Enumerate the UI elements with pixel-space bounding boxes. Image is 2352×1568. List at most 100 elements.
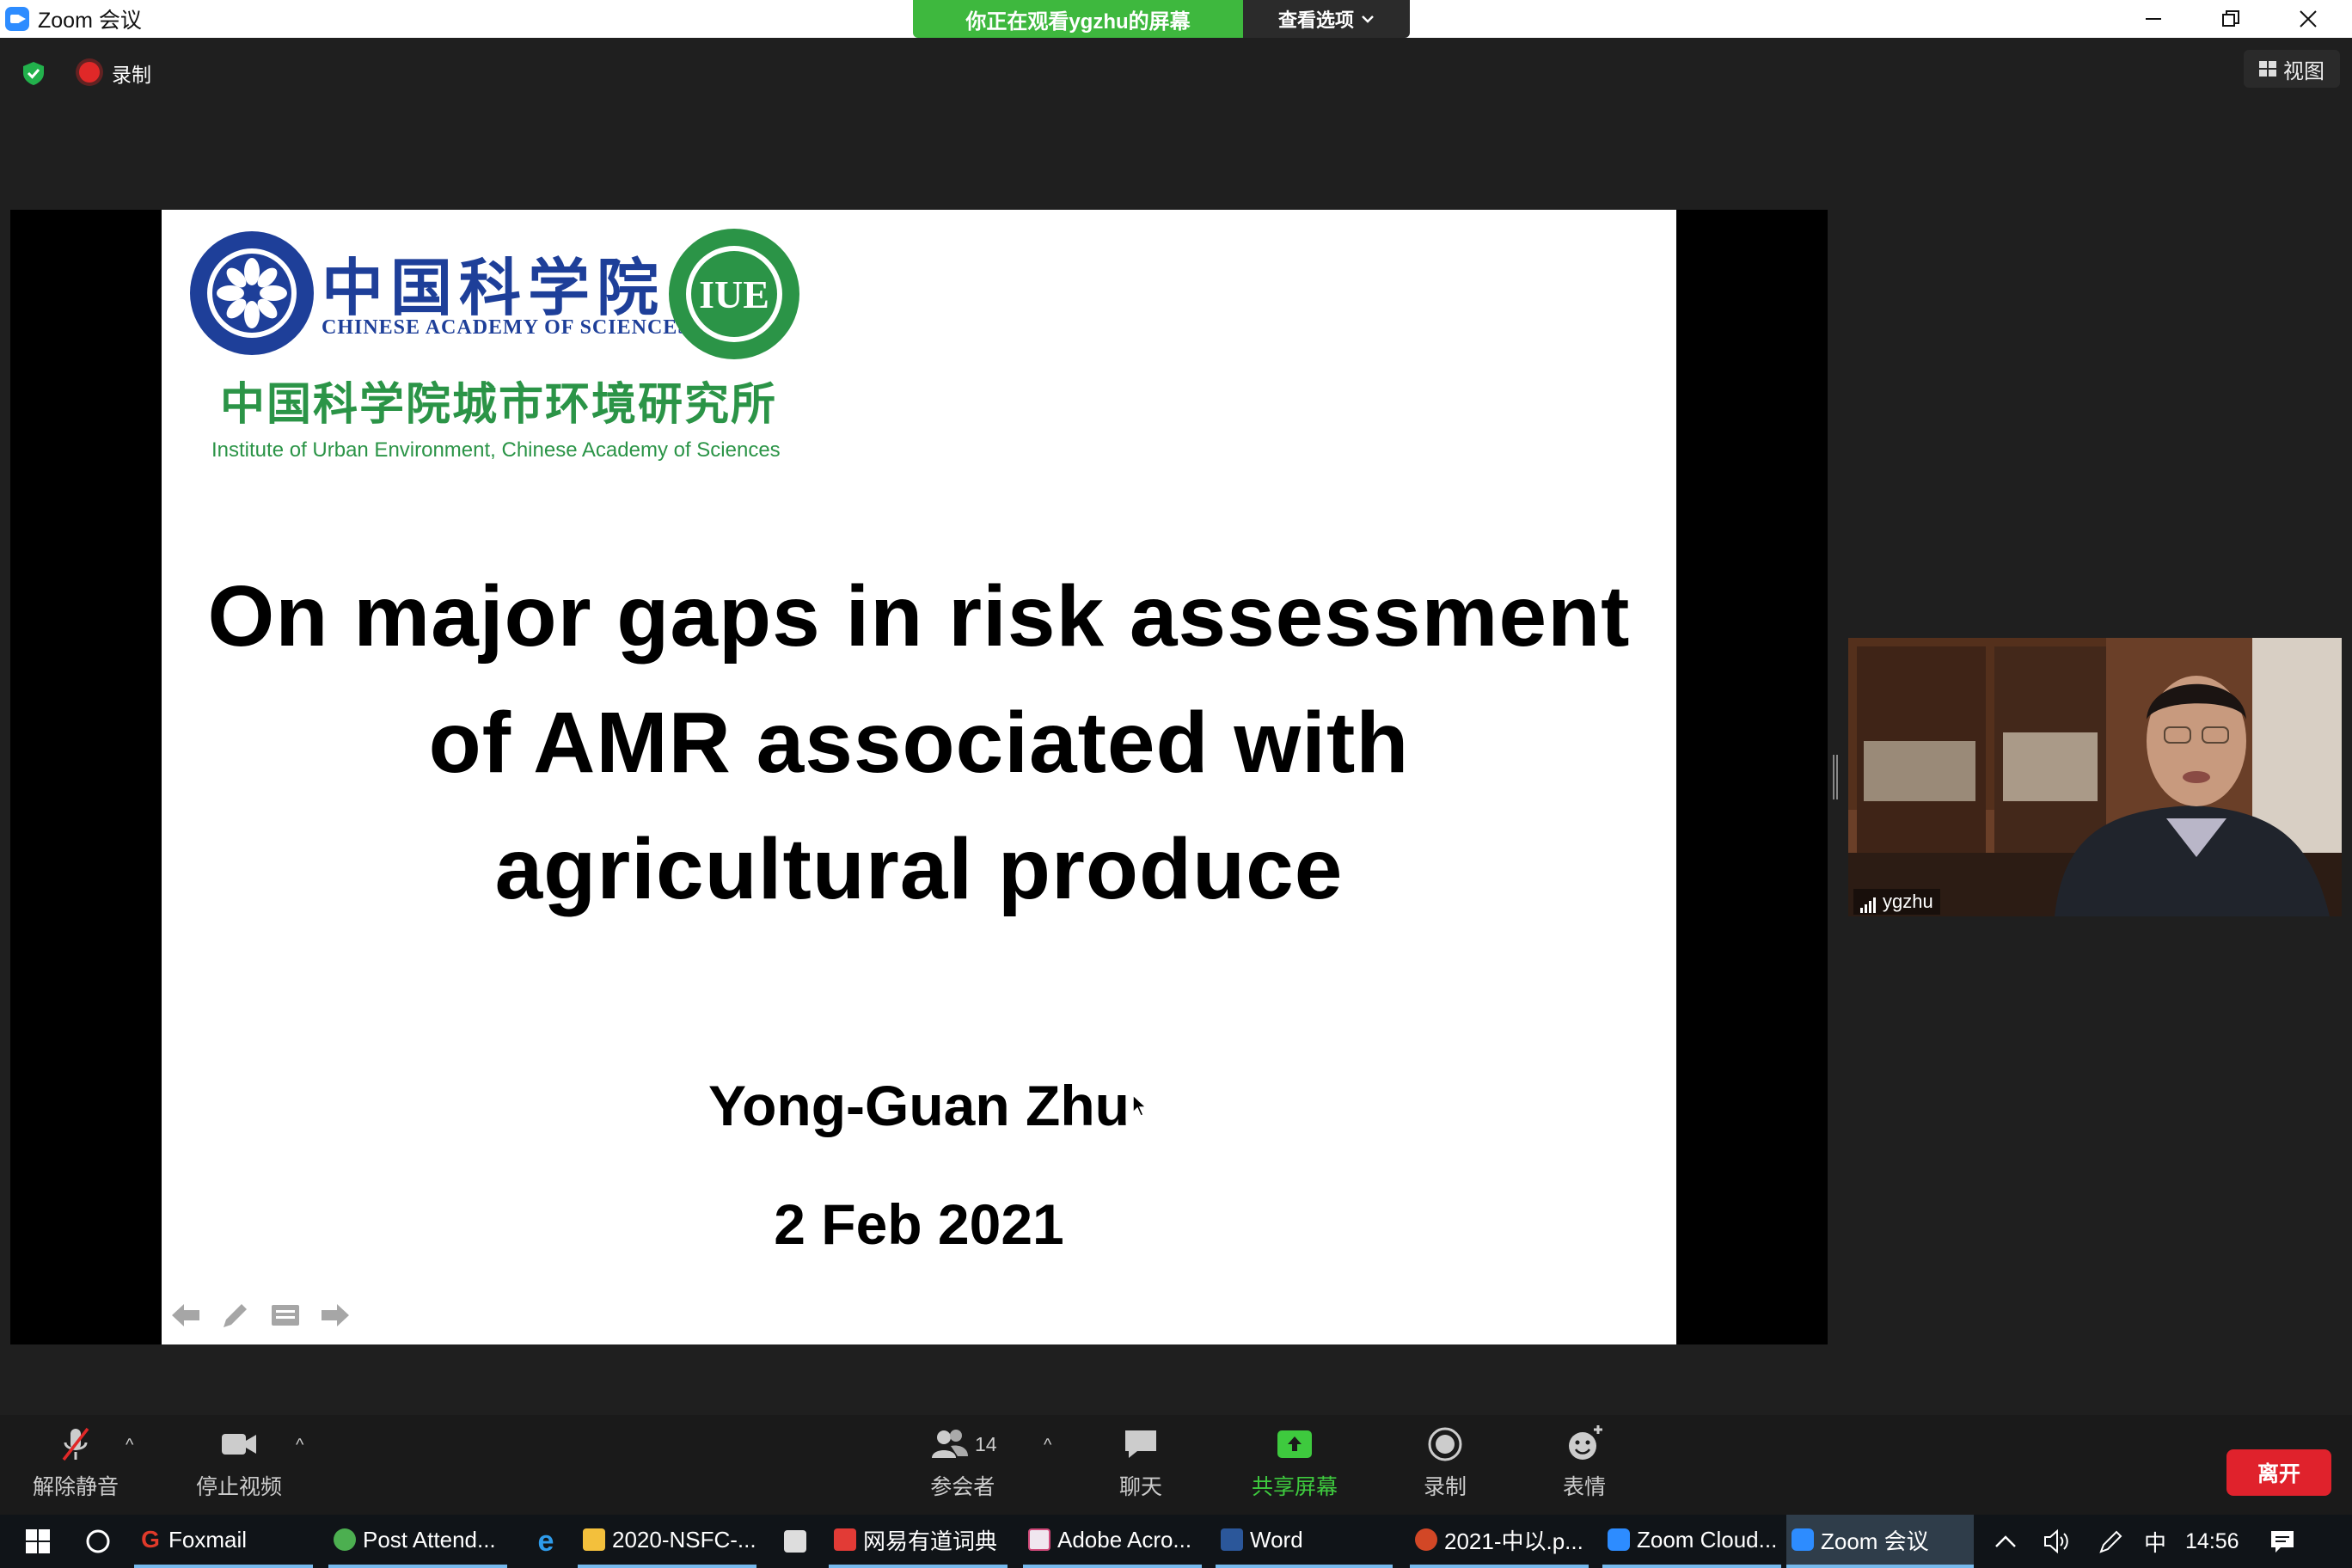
taskbar-app-powerpoint[interactable]: 2021-中以.p... bbox=[1410, 1515, 1589, 1568]
pen-tool-button[interactable] bbox=[220, 1300, 251, 1331]
next-slide-button[interactable] bbox=[320, 1300, 351, 1331]
record-icon bbox=[1428, 1427, 1462, 1461]
video-options-caret-icon[interactable]: ^ bbox=[296, 1436, 303, 1455]
folder-icon bbox=[583, 1528, 605, 1551]
zoom-icon bbox=[1608, 1528, 1630, 1551]
window-title-bar: Zoom 会议 你正在观看ygzhu的屏幕 查看选项 bbox=[0, 0, 2352, 38]
taskbar-app-label: 2021-中以.p... bbox=[1444, 1528, 1583, 1554]
app-green-icon bbox=[334, 1528, 356, 1551]
iue-emblem: IUE bbox=[667, 227, 801, 361]
taskbar-app-label: Word bbox=[1250, 1526, 1303, 1553]
share-screen-label: 共享屏幕 bbox=[1252, 1475, 1338, 1499]
slide-menu-button[interactable] bbox=[270, 1300, 301, 1331]
taskbar-app-label: Foxmail bbox=[168, 1526, 248, 1553]
record-label: 录制 bbox=[1424, 1475, 1467, 1499]
record-button[interactable]: 录制 bbox=[1424, 1424, 1467, 1501]
previous-slide-button[interactable] bbox=[170, 1300, 201, 1331]
taskbar-app-file-explorer[interactable]: 2020-NSFC-... bbox=[578, 1515, 756, 1568]
participants-button[interactable]: 14 参会者 bbox=[928, 1424, 997, 1501]
unmute-button[interactable]: 解除静音 bbox=[33, 1424, 119, 1501]
speaker-volume-icon[interactable] bbox=[2043, 1528, 2072, 1554]
close-icon bbox=[2300, 10, 2317, 28]
slide-author: Yong-Guan Zhu bbox=[707, 1074, 1130, 1137]
close-button[interactable] bbox=[2269, 0, 2347, 38]
view-button[interactable]: 视图 bbox=[2244, 50, 2340, 88]
minimize-icon bbox=[2146, 18, 2161, 20]
taskbar-app-label: Zoom Cloud... bbox=[1637, 1526, 1778, 1553]
reactions-label: 表情 bbox=[1563, 1475, 1607, 1499]
leave-meeting-button[interactable]: 离开 bbox=[2226, 1449, 2331, 1496]
taskbar-app-label: Zoom 会议 bbox=[1821, 1528, 1929, 1554]
participant-video[interactable]: ygzhu bbox=[1848, 638, 2342, 916]
institute-chinese-name: 中国科学院城市环境研究所 bbox=[220, 378, 778, 431]
youdao-dictionary-icon bbox=[834, 1528, 856, 1551]
participants-icon bbox=[932, 1430, 968, 1458]
slide-date: 2 Feb 2021 bbox=[774, 1192, 1064, 1256]
viewing-screen-banner: 你正在观看ygzhu的屏幕 bbox=[913, 0, 1243, 38]
action-center-notification-icon[interactable] bbox=[2269, 1528, 2296, 1554]
view-options-button[interactable]: 查看选项 bbox=[1243, 0, 1410, 38]
taskbar-app-post-attend[interactable]: Post Attend... bbox=[328, 1515, 507, 1568]
arrow-left-icon bbox=[172, 1304, 199, 1326]
taskbar-app-zoom-cloud[interactable]: Zoom Cloud... bbox=[1602, 1515, 1781, 1568]
edge-browser-icon: e bbox=[537, 1524, 554, 1558]
cas-emblem-icon bbox=[190, 231, 314, 355]
slide-show-toolbar bbox=[170, 1300, 351, 1331]
participants-options-caret-icon[interactable]: ^ bbox=[1044, 1436, 1051, 1455]
panel-resize-handle[interactable] bbox=[1833, 755, 1838, 799]
taskbar-app-youdao[interactable]: 网易有道词典 bbox=[829, 1515, 1008, 1568]
security-shield-icon[interactable] bbox=[21, 60, 46, 86]
chat-button[interactable]: 聊天 bbox=[1119, 1424, 1162, 1501]
slide-title-line: On major gaps in risk assessment bbox=[207, 568, 1631, 665]
taskbar-clock[interactable]: 14:56 bbox=[2185, 1529, 2239, 1554]
slide-title-line: agricultural produce bbox=[494, 821, 1344, 917]
cortana-search-button[interactable] bbox=[70, 1515, 120, 1568]
input-method-indicator[interactable]: 中 bbox=[2144, 1526, 2166, 1558]
stop-video-button[interactable]: 停止视频 bbox=[196, 1424, 282, 1501]
stop-video-label: 停止视频 bbox=[196, 1475, 283, 1499]
institute-english-name: Institute of Urban Environment, Chinese … bbox=[211, 438, 781, 462]
participants-label: 参会者 bbox=[930, 1475, 995, 1499]
taskbar-app-edge[interactable]: e bbox=[523, 1515, 564, 1568]
video-frame-image bbox=[1848, 638, 2342, 916]
start-button[interactable] bbox=[10, 1515, 60, 1568]
recording-label: 录制 bbox=[112, 64, 151, 86]
pen-workspace-icon[interactable] bbox=[2098, 1528, 2125, 1555]
audio-options-caret-icon[interactable]: ^ bbox=[126, 1436, 133, 1455]
taskbar-app-label: 网易有道词典 bbox=[863, 1528, 998, 1554]
zoom-app-icon bbox=[5, 7, 29, 31]
taskbar-app-store[interactable] bbox=[772, 1515, 813, 1568]
zoom-icon bbox=[1792, 1528, 1814, 1551]
participants-count: 14 bbox=[975, 1432, 997, 1455]
meeting-toolbar: 解除静音 ^ 停止视频 ^ 14 参会者 ^ 聊天 共享屏幕 录制 表情 离开 bbox=[0, 1415, 2352, 1515]
slide-title-line: of AMR associated with bbox=[428, 695, 1410, 791]
participant-name: ygzhu bbox=[1883, 891, 1933, 912]
store-bag-icon bbox=[784, 1530, 806, 1553]
word-icon bbox=[1221, 1528, 1243, 1551]
taskbar-app-label: Adobe Acro... bbox=[1057, 1526, 1192, 1553]
share-screen-button[interactable]: 共享屏幕 bbox=[1252, 1424, 1338, 1501]
chevron-down-icon bbox=[1362, 15, 1374, 23]
window-title-text: Zoom 会议 bbox=[38, 9, 142, 33]
slide-title: On major gaps in risk assessment of AMR … bbox=[162, 554, 1676, 933]
mouse-cursor-icon bbox=[1132, 1093, 1148, 1117]
iue-emblem-icon: IUE bbox=[669, 229, 799, 359]
taskbar-app-acrobat[interactable]: Adobe Acro... bbox=[1023, 1515, 1202, 1568]
windows-taskbar: G Foxmail Post Attend... e 2020-NSFC-...… bbox=[0, 1515, 2352, 1568]
taskbar-app-word[interactable]: Word bbox=[1216, 1515, 1393, 1568]
taskbar-app-label: Post Attend... bbox=[363, 1526, 496, 1553]
arrow-right-icon bbox=[322, 1304, 349, 1326]
reactions-button[interactable]: 表情 bbox=[1563, 1424, 1606, 1501]
chat-label: 聊天 bbox=[1119, 1475, 1163, 1499]
cas-chinese-name: 中国科学院 bbox=[322, 251, 666, 324]
view-options-label: 查看选项 bbox=[1277, 9, 1354, 31]
show-hidden-icons-chevron-icon[interactable] bbox=[1994, 1534, 2017, 1549]
minimize-button[interactable] bbox=[2115, 0, 2192, 38]
system-tray: 中 14:56 bbox=[1994, 1515, 2296, 1568]
taskbar-app-foxmail[interactable]: G Foxmail bbox=[134, 1515, 313, 1568]
windows-start-icon bbox=[26, 1529, 50, 1553]
presentation-slide: 中国科学院 CHINESE ACADEMY OF SCIENCES IUE 中国… bbox=[162, 210, 1676, 1344]
menu-icon bbox=[272, 1305, 299, 1326]
restore-button[interactable] bbox=[2192, 0, 2269, 38]
taskbar-app-zoom-meeting[interactable]: Zoom 会议 bbox=[1786, 1515, 1974, 1568]
